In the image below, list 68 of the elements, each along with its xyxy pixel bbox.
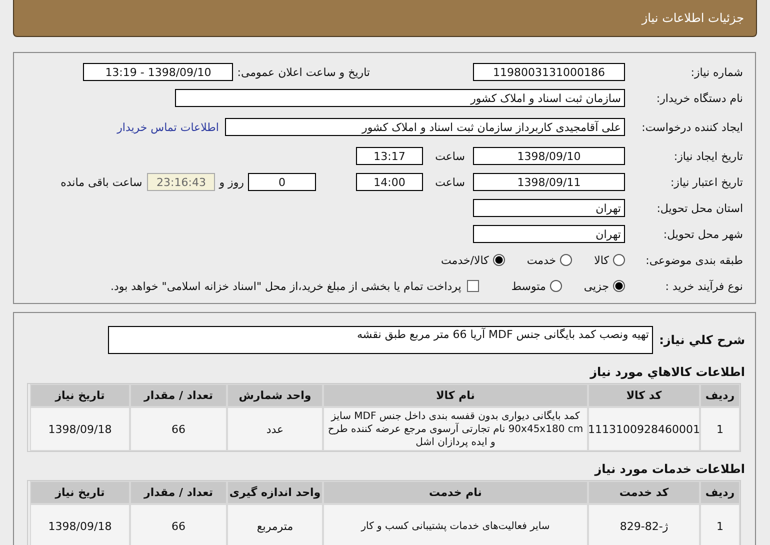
field-label: نام دستگاه خریدار: [655,92,744,104]
radio-label: خدمت [526,254,556,266]
column-header: واحد اندازه گیری [227,481,323,504]
field-label: ساعت [434,176,465,188]
table-cell: 1113100928460001 [588,407,700,451]
table-cell: 1 [700,504,740,545]
radio-label: کالا/خدمت [441,254,489,266]
field-label: استان محل تحویل: [656,202,744,214]
table-cell: ژ-82-829 [588,504,700,545]
buyer-field: سازمان ثبت اسناد و املاک کشور [175,89,625,107]
date-field: 1398/09/11 [473,173,625,191]
page-title: جزئیات اطلاعات نیاز [642,11,744,25]
radio-label: کالا [594,254,609,266]
description-field: تهیه ونصب کمد بایگانی جنس MDF آریا 66 متر مربع طبق نقشه [108,326,653,354]
days-field: 0 [248,173,316,191]
table-cell: 66 [130,504,227,545]
radio-button[interactable] [550,280,562,292]
checkbox[interactable] [467,280,480,292]
field-label: ساعت [434,150,465,162]
radio-label: متوسط [511,280,546,292]
field-label: شماره نیاز: [690,66,744,78]
announce-date-field: 1398/09/10 - 13:19 [83,63,234,81]
column-header: تاریخ نیاز [30,481,130,504]
column-header: نام خدمت [323,481,588,504]
city-field: تهران [473,225,625,243]
buyer-contact-link[interactable]: اطلاعات تماس خریدار [117,120,219,134]
field-label: طبقه بندی موضوعی: [644,254,744,266]
table-cell: مترمربع [227,504,323,545]
field-label: روز و [219,176,244,188]
field-label: تاریخ ایجاد نیاز: [672,150,744,162]
countdown-field: 23:16:43 [147,173,216,191]
description-label: شرح کلي نياز: [658,333,746,347]
field-label: تاریخ و ساعت اعلان عمومی: [237,66,370,78]
field-label: نوع فرآیند خرید : [664,280,744,292]
need-number-field: 1198003131000186 [473,63,625,81]
radio-label: جزیی [584,280,609,292]
radio-button[interactable] [492,254,505,266]
section-heading: اطلاعات خدمات مورد نياز [593,461,746,478]
table-cell: 1398/09/18 [30,407,130,451]
column-header: تعداد / مقدار [130,384,227,407]
section-heading: اطلاعات کالاهاي مورد نياز [588,364,746,381]
time-field: 14:00 [356,173,423,191]
checkbox-label: پرداخت تمام یا بخشی از مبلغ خرید،از محل "اسناد خزانه اسلامی" خواهد بود. [110,280,462,292]
field-label: شهر محل تحویل: [662,228,744,240]
table-cell: کمد بایگانی دیواری بدون قفسه بندی داخل جنس MDF سایز 90x45x180 cm نام تجارتی آرسوی مرجع عرضه کننده طرح و ایده پردازان اشل [323,407,588,451]
column-header: تعداد / مقدار [130,481,227,504]
column-header: کد کالا [588,384,700,407]
table-cell: 1398/09/18 [30,504,130,545]
column-header: واحد شمارش [227,384,323,407]
province-field: تهران [473,199,625,217]
field-label: تاریخ اعتبار نیاز: [669,176,744,188]
creator-field: علی آقامجیدی کاربرداز سازمان ثبت اسناد و املاک کشور [225,118,625,136]
column-header: تاریخ نیاز [30,384,130,407]
field-label: ایجاد کننده درخواست: [640,120,744,134]
radio-button[interactable] [560,254,572,266]
time-field: 13:17 [356,147,423,165]
table-cell: سایر فعالیت‌های خدمات پشتیبانی کسب و کار [323,504,588,545]
radio-button[interactable] [613,254,625,266]
radio-button[interactable] [613,280,625,292]
table-cell: 66 [130,407,227,451]
column-header: نام کالا [323,384,588,407]
field-label: ساعت باقی مانده [60,176,142,188]
table-cell: عدد [227,407,323,451]
column-header: ردیف [700,481,740,504]
column-header: ردیف [700,384,740,407]
table-cell: 1 [700,407,740,451]
date-field: 1398/09/10 [473,147,625,165]
column-header: کد خدمت [588,481,700,504]
